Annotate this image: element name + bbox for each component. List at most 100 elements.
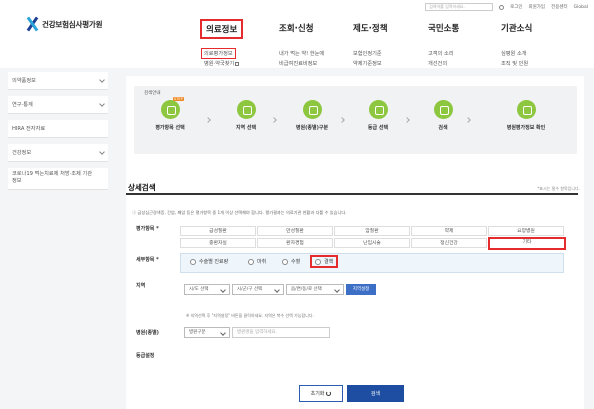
radio-label: 마취 (257, 259, 267, 265)
eval-option-patient-experience[interactable]: 환자경험 (257, 238, 333, 248)
step-badge: STEP (173, 97, 184, 101)
search-notice: ⓘ 급성심근경색증, 간암, 폐암 등은 평가항목 중 1개 이상 선택해야 합… (132, 210, 347, 215)
hospital-name-input[interactable]: 병원명을 입력하세요. (232, 327, 330, 338)
search-input[interactable]: 검색어를 입력하세요. (425, 3, 494, 11)
step-label: 검색 (438, 125, 448, 131)
search-button[interactable]: 검색 (347, 385, 404, 402)
gnb-medical-info[interactable]: 의료정보 (200, 19, 244, 39)
radio-label: 수혈 (291, 259, 301, 265)
reset-label: 초기화 (310, 391, 325, 397)
hospital-type-label: 병원(종별) (136, 330, 159, 336)
required-note: *표시는 필수 항목입니다. (537, 186, 580, 191)
search-button-label: 검색 (370, 391, 381, 397)
eval-option-drug[interactable]: 약제 (411, 226, 487, 236)
search-guide-title: 검색안내 (144, 91, 161, 96)
center-link[interactable]: 전용센터 (551, 4, 568, 10)
set-region-button[interactable]: 지역설정 (346, 284, 376, 295)
radio-dot (315, 258, 321, 265)
eval-item-label: 평가항목 * (136, 226, 159, 232)
eval-option-nursing-hospital[interactable]: 요양병원 (488, 226, 564, 236)
document-icon (516, 100, 536, 119)
header: 건강보험심사평가원 검색어를 입력하세요. 로그인 회원가입 전용센터 Glob… (0, 0, 594, 68)
submenu-find-hospital-label: 병원·약국찾기 (204, 61, 235, 67)
radio-tuberculosis[interactable]: 결핵 (310, 255, 339, 268)
lnb-label: 의약품정보 (12, 78, 36, 84)
eval-option-mental-health[interactable]: 정신건강 (411, 238, 487, 248)
gnb-communication[interactable]: 국민소통 (428, 22, 459, 34)
submenu-about[interactable]: 심평원 소개 (501, 50, 527, 57)
refresh-icon (326, 391, 332, 396)
submenu-evaluation-info[interactable]: 의료평가정보 (201, 48, 236, 59)
step-label: 등급 선택 (367, 125, 389, 131)
logo[interactable]: 건강보험심사평가원 (26, 16, 103, 32)
chevron-down-icon (99, 148, 105, 155)
lnb-item-health-info[interactable]: 건강정보 (8, 144, 108, 162)
submenu-find-hospital[interactable]: 병원·약국찾기 (204, 60, 240, 67)
page: 건강보험심사평가원 검색어를 입력하세요. 로그인 회원가입 전용센터 Glob… (0, 0, 594, 409)
submenu-customer-voice[interactable]: 고객의 소리 (428, 50, 454, 57)
detail-search-title: 상세검색 (128, 183, 156, 192)
external-link-icon (235, 61, 240, 66)
detail-item-label: 세부항목 * (136, 257, 159, 263)
section-divider (126, 193, 578, 195)
global-link[interactable]: Global (574, 5, 588, 10)
submenu-drug-criteria[interactable]: 약제기준정보 (353, 60, 382, 67)
search-icon[interactable] (499, 4, 505, 10)
step-label: 병원(종별)구분 (295, 125, 329, 131)
grade-label: 등급설정 (136, 353, 155, 359)
step-label: 병원평가정보 확인 (506, 125, 546, 131)
location-icon (236, 100, 256, 119)
lnb-label: 코로나19 먹는치료제 처방·조제 기관 정보 (12, 171, 93, 184)
radio-dot (248, 258, 254, 265)
submenu-organization[interactable]: 조직 및 인원 (501, 60, 528, 67)
step-hospital-type: 병원(종별)구분 (290, 100, 334, 131)
step-grade: 등급 선택 (356, 100, 400, 131)
checklist-icon (160, 100, 180, 119)
step-label: 평가항목 선택 (155, 125, 185, 131)
city-select[interactable]: 시/군/구 선택 (232, 284, 284, 295)
hospital-type-select[interactable]: 병원구분 (184, 327, 230, 338)
region-note: ※ 지역선택 후 "지역설정" 버튼을 클릭하세요. 지역은 복수 선택 가능합… (186, 313, 314, 318)
hospital-icon (302, 100, 322, 119)
chevron-down-icon (99, 76, 105, 83)
radio-label: 수술별 진료량 (199, 259, 229, 265)
submenu-insurance-criteria[interactable]: 보험인정기준 (353, 50, 382, 57)
district-select[interactable]: 읍/면/동/로 선택 (286, 284, 344, 295)
step-region: 지역 선택 (224, 100, 268, 131)
lnb-item-covid[interactable]: 코로나19 먹는치료제 처방·조제 기관 정보 (8, 168, 108, 190)
logo-icon (26, 16, 38, 32)
province-select[interactable]: 시/도 선택 (184, 284, 230, 295)
eval-option-chronic[interactable]: 만성질환 (257, 226, 333, 236)
radio-anesthesia[interactable]: 마취 (248, 258, 266, 265)
submenu-suggestion[interactable]: 개선건의 (428, 60, 447, 67)
submenu-noncovered-fee[interactable]: 비급여진료비정보 (279, 60, 317, 67)
signup-link[interactable]: 회원가입 (529, 4, 546, 10)
gnb-inquiry[interactable]: 조회·신청 (279, 22, 314, 34)
lnb-label: HIRA 전자자료 (12, 126, 46, 132)
eval-option-cancer[interactable]: 암질환 (334, 226, 410, 236)
submenu-my-medicine[interactable]: 내가 먹는 약! 한눈에 (279, 50, 324, 57)
left-nav: 의약품정보 연구·통계 HIRA 전자자료 건강정보 코로나19 먹는치료제 처… (8, 72, 108, 190)
radio-transfusion[interactable]: 수혈 (282, 258, 300, 265)
radio-dot (190, 258, 196, 265)
logo-text: 건강보험심사평가원 (42, 19, 103, 29)
gnb-policy[interactable]: 제도·정책 (353, 22, 388, 34)
radio-label: 결핵 (324, 259, 334, 265)
step-eval-item: STEP 평가항목 선택 (148, 97, 192, 131)
lnb-item-research[interactable]: 연구·통계 (8, 96, 108, 114)
eval-option-other[interactable]: 기타 (488, 237, 566, 250)
bulb-icon (368, 100, 388, 119)
eval-option-acute[interactable]: 급성질환 (180, 226, 256, 236)
lnb-item-hira-data[interactable]: HIRA 전자자료 (8, 120, 108, 138)
radio-surgery-volume[interactable]: 수술별 진료량 (190, 258, 228, 265)
radio-dot (282, 258, 288, 265)
chevron-down-icon (99, 100, 105, 107)
gnb-news[interactable]: 기관소식 (501, 22, 532, 34)
step-label: 지역 선택 (235, 125, 257, 131)
login-link[interactable]: 로그인 (510, 4, 522, 10)
lnb-item-drug-info[interactable]: 의약품정보 (8, 72, 108, 90)
step-result: 병원평가정보 확인 (496, 100, 556, 131)
eval-option-infertility[interactable]: 난임시술 (334, 238, 410, 248)
eval-option-icu[interactable]: 중환자실 (180, 238, 256, 248)
reset-button[interactable]: 초기화 (299, 385, 343, 402)
